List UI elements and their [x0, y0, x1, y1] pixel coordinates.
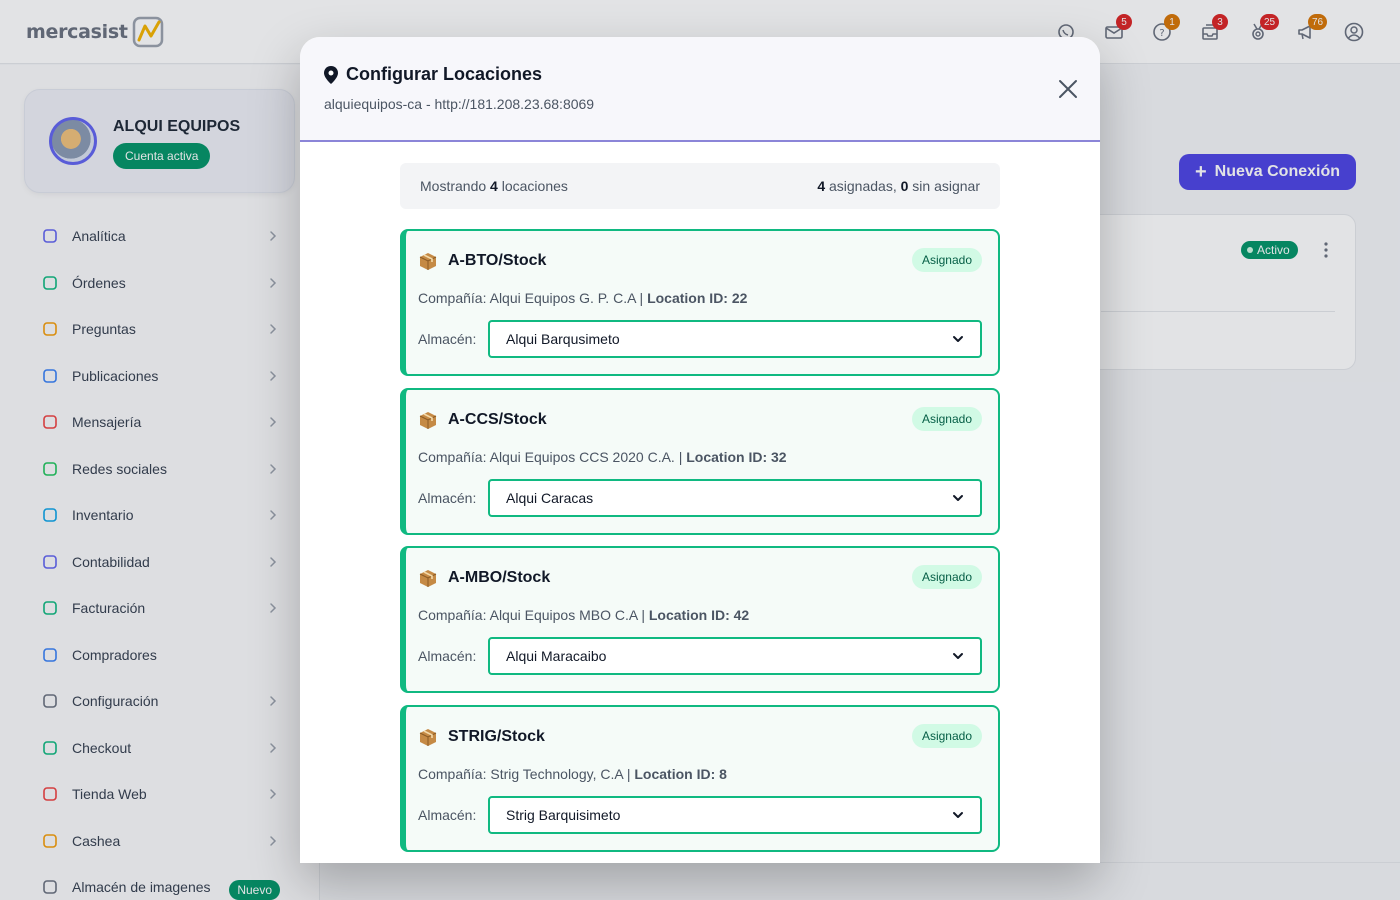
location-id: Location ID: 32 [686, 449, 787, 465]
warehouse-label: Almacén: [418, 331, 477, 347]
location-name: A-MBO/Stock [448, 569, 551, 586]
location-card: STRIG/Stock Asignado Compañía: Strig Techn… [400, 705, 1000, 852]
company-text: Compañía: Alqui Equipos G. P. C.A | [418, 290, 644, 306]
package-icon [419, 570, 437, 587]
modal-subtitle: alquiequipos-ca - http://181.208.23.68:8… [324, 96, 595, 112]
summary-assignment: 4 asignadas, 0 sin asignar [817, 178, 980, 194]
unassigned-label: sin asignar [912, 178, 980, 194]
location-header: A-BTO/Stock [418, 251, 546, 271]
close-icon[interactable] [1056, 77, 1080, 101]
warehouse-selected-value: Alqui Caracas [506, 490, 594, 506]
location-meta: Compañía: Alqui Equipos G. P. C.A | Loca… [418, 290, 747, 306]
location-header: A-CCS/Stock [418, 410, 547, 430]
status-badge: Asignado [911, 724, 982, 748]
warehouse-label: Almacén: [418, 807, 477, 823]
summary-prefix: Mostrando [420, 178, 487, 194]
summary-count: 4 [490, 178, 498, 194]
chevron-down-icon [953, 812, 963, 818]
location-meta: Compañía: Strig Technology, C.A | Locati… [418, 766, 727, 782]
location-card: A-CCS/Stock Asignado Compañía: Alqui Equip… [400, 388, 1000, 535]
status-badge: Asignado [911, 407, 982, 431]
warehouse-select[interactable]: Alqui Caracas [488, 479, 982, 517]
modal-header: Configurar Locaciones alquiequipos-ca - … [300, 37, 1100, 142]
warehouse-selected-value: Alqui Barqusimeto [506, 331, 620, 347]
assigned-label: asignadas, [829, 178, 897, 194]
chevron-down-icon [953, 653, 963, 659]
location-id: Location ID: 42 [648, 607, 750, 623]
modal-title-row: Configurar Locaciones [324, 64, 542, 85]
package-icon [419, 253, 437, 270]
summary-showing: Mostrando 4 locaciones [420, 178, 568, 194]
warehouse-select[interactable]: Strig Barquisimeto [488, 796, 982, 834]
company-text: Compañía: Strig Technology, C.A | [418, 766, 631, 782]
location-card: A-BTO/Stock Asignado Compañía: Alqui Equip… [400, 229, 1000, 376]
summary-suffix: locaciones [501, 178, 568, 194]
warehouse-selected-value: Alqui Maracaibo [506, 648, 607, 664]
location-meta: Compañía: Alqui Equipos CCS 2020 C.A. | … [418, 449, 787, 465]
package-icon [419, 412, 437, 429]
warehouse-label: Almacén: [418, 490, 477, 506]
location-name: A-BTO/Stock [448, 252, 547, 269]
status-badge: Asignado [911, 248, 982, 272]
chevron-down-icon [953, 495, 963, 501]
modal-title: Configurar Locaciones [346, 64, 543, 84]
location-id: Location ID: 8 [634, 766, 727, 782]
location-name: A-CCS/Stock [448, 411, 547, 428]
configure-locations-modal: Configurar Locaciones alquiequipos-ca - … [300, 37, 1100, 863]
assigned-count: 4 [817, 178, 826, 194]
location-header: STRIG/Stock [418, 727, 545, 747]
location-card: A-MBO/Stock Asignado Compañía: Alqui Equip… [400, 546, 1000, 693]
location-header: A-MBO/Stock [418, 568, 550, 588]
status-badge: Asignado [911, 565, 982, 589]
location-id: Location ID: 22 [647, 290, 748, 306]
chevron-down-icon [953, 336, 963, 342]
map-pin-icon [324, 65, 338, 84]
warehouse-select[interactable]: Alqui Maracaibo [488, 637, 982, 675]
location-name: STRIG/Stock [448, 728, 545, 745]
location-meta: Compañía: Alqui Equipos MBO C.A | Locati… [418, 607, 749, 623]
unassigned-count: 0 [900, 178, 909, 194]
package-icon [419, 729, 437, 746]
company-text: Compañía: Alqui Equipos CCS 2020 C.A. | [418, 449, 683, 465]
warehouse-select[interactable]: Alqui Barqusimeto [488, 320, 982, 358]
warehouse-selected-value: Strig Barquisimeto [506, 807, 621, 823]
summary-bar: Mostrando 4 locaciones 4 asignadas, 0 si… [400, 163, 1000, 209]
warehouse-label: Almacén: [418, 648, 477, 664]
company-text: Compañía: Alqui Equipos MBO C.A | [418, 607, 645, 623]
